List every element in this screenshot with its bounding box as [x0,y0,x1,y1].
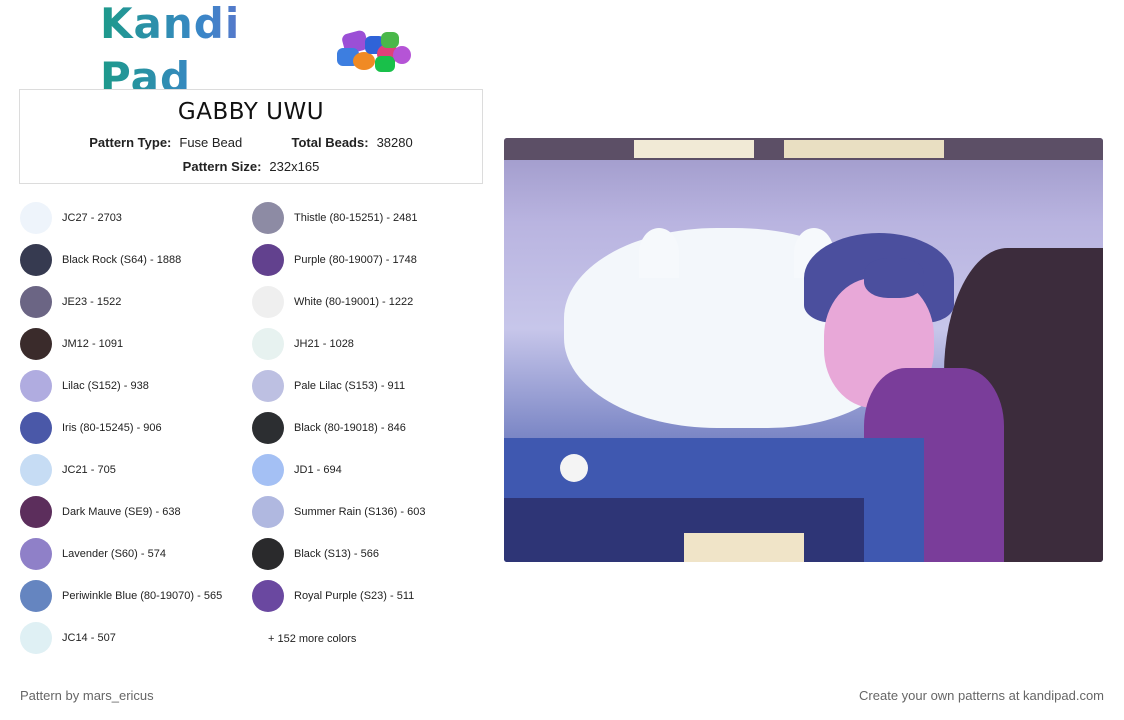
pattern-size-value: 232x165 [269,159,320,174]
color-swatch [252,496,284,528]
pattern-size-row: Pattern Size: 232x165 [20,159,482,174]
color-swatch [20,370,52,402]
pattern-title: GABBY UWU [177,99,325,125]
color-label: Thistle (80-15251) - 2481 [294,212,418,224]
color-label: JC27 - 2703 [62,212,122,224]
color-label: Iris (80-15245) - 906 [62,422,162,434]
color-label: JH21 - 1028 [294,338,354,350]
color-label: White (80-19001) - 1222 [294,296,414,308]
color-label: Purple (80-19007) - 1748 [294,254,417,266]
color-label: JE23 - 1522 [62,296,122,308]
color-item: Black Rock (S64) - 1888 [20,244,181,276]
color-swatch [20,454,52,486]
color-swatch [20,622,52,654]
color-item: Lilac (S152) - 938 [20,370,149,402]
color-label: Pale Lilac (S153) - 911 [294,380,406,392]
color-swatch [20,496,52,528]
color-label: JM12 - 1091 [62,338,124,350]
pattern-preview-image[interactable] [504,138,1103,562]
color-swatch [252,454,284,486]
color-label: JC14 - 507 [62,632,116,644]
color-item: Royal Purple (S23) - 511 [252,580,414,612]
pattern-credit[interactable]: Pattern by mars_ericus [20,688,154,703]
color-label: Summer Rain (S136) - 603 [294,506,426,518]
color-item: JD1 - 694 [252,454,342,486]
color-swatch [20,412,52,444]
pattern-type-value: Fuse Bead [179,135,243,150]
pattern-type-label: Pattern Type: [89,135,172,150]
color-item: JM12 - 1091 [20,328,123,360]
color-label: Dark Mauve (SE9) - 638 [62,506,181,518]
color-swatch [252,286,284,318]
create-patterns-link[interactable]: Create your own patterns at kandipad.com [859,688,1104,703]
color-swatch [252,244,284,276]
color-item: Pale Lilac (S153) - 911 [252,370,405,402]
color-item: Thistle (80-15251) - 2481 [252,202,418,234]
color-label: Black (80-19018) - 846 [294,422,406,434]
color-swatch [20,580,52,612]
color-item: JH21 - 1028 [252,328,354,360]
color-label: Black (S13) - 566 [294,548,379,560]
total-beads-label: Total Beads: [291,135,369,150]
color-item: Summer Rain (S136) - 603 [252,496,425,528]
more-colors-link[interactable]: + 152 more colors [268,633,356,645]
color-item: Iris (80-15245) - 906 [20,412,162,444]
color-item: Black (S13) - 566 [252,538,379,570]
color-label: Black Rock (S64) - 1888 [62,254,182,266]
color-label: Royal Purple (S23) - 511 [294,590,415,602]
color-item: JC21 - 705 [20,454,116,486]
color-item: Black (80-19018) - 846 [252,412,406,444]
color-item: JE23 - 1522 [20,286,121,318]
color-item: Periwinkle Blue (80-19070) - 565 [20,580,222,612]
color-item: JC14 - 507 [20,622,116,654]
pattern-size-label: Pattern Size: [182,159,262,174]
total-beads-value: 38280 [376,135,413,150]
pattern-info-card: GABBY UWU Pattern Type: Fuse Bead Total B… [19,89,483,184]
color-swatch [252,328,284,360]
pattern-meta-row: Pattern Type: Fuse Bead Total Beads: 38280 [20,135,482,150]
color-label: Lilac (S152) - 938 [62,380,149,392]
color-label: JD1 - 694 [294,464,342,476]
color-swatch [252,202,284,234]
color-swatch [20,286,52,318]
kandi-pad-logo[interactable]: Kandi Pad [100,0,411,102]
color-item: Lavender (S60) - 574 [20,538,166,570]
color-label: Lavender (S60) - 574 [62,548,166,560]
color-swatch [20,202,52,234]
color-item: JC27 - 2703 [20,202,122,234]
color-swatch [252,412,284,444]
color-swatch [252,370,284,402]
color-swatch [20,328,52,360]
beads-logo-icon [336,24,411,78]
color-swatch [20,538,52,570]
color-item: Dark Mauve (SE9) - 638 [20,496,181,528]
color-item: White (80-19001) - 1222 [252,286,413,318]
color-item: Purple (80-19007) - 1748 [252,244,417,276]
color-label: JC21 - 705 [62,464,116,476]
color-swatch [252,538,284,570]
color-label: Periwinkle Blue (80-19070) - 565 [62,590,223,602]
color-swatch [20,244,52,276]
color-swatch [252,580,284,612]
